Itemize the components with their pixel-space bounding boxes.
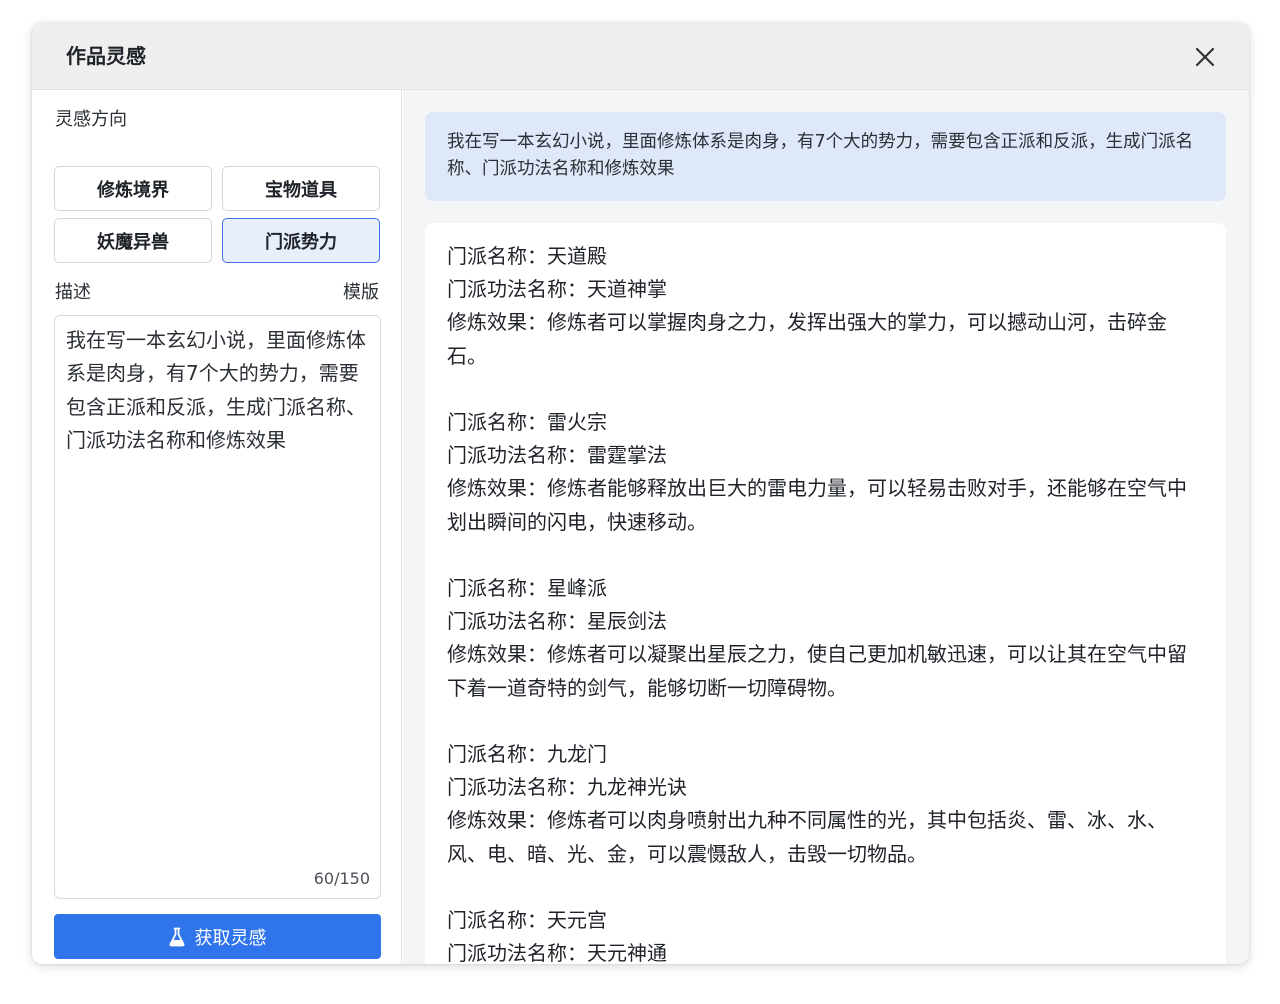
sect-name: 门派名称：雷火宗 [447,410,607,434]
left-panel: 灵感方向 修炼境界 宝物道具 妖魔异兽 门派势力 描述 模版 我在写一本玄幻小说… [32,90,402,964]
prompt-bubble: 我在写一本玄幻小说，里面修炼体系是肉身，有7个大的势力，需要包含正派和反派，生成… [425,112,1226,201]
description-value: 我在写一本玄幻小说，里面修炼体系是肉身，有7个大的势力，需要包含正派和反派，生成… [66,328,366,453]
sect-effect: 修炼效果：修炼者可以掌握肉身之力，发挥出强大的掌力，可以撼动山河，击碎金石。 [447,310,1167,368]
sect-name: 门派名称：天元宫 [447,908,607,932]
dialog-header: 作品灵感 [32,23,1249,90]
category-button-cultivation[interactable]: 修炼境界 [54,166,212,211]
result-item: 门派名称：天元宫 门派功法名称：天元神通 [447,904,1204,964]
close-icon [1195,47,1215,67]
right-panel: 我在写一本玄幻小说，里面修炼体系是肉身，有7个大的势力，需要包含正派和反派，生成… [403,90,1249,964]
sect-skill: 门派功法名称：九龙神光诀 [447,775,687,800]
sect-skill: 门派功法名称：雷霆掌法 [447,443,667,468]
sect-name: 门派名称：星峰派 [447,576,607,600]
sect-skill: 门派功法名称：天道神掌 [447,277,667,302]
result-item: 门派名称：星峰派 门派功法名称：星辰剑法 修炼效果：修炼者可以凝聚出星辰之力，使… [447,572,1204,705]
template-link[interactable]: 模版 [343,281,379,305]
char-count: 60/150 [313,869,370,888]
direction-label: 灵感方向 [55,109,127,130]
inspiration-dialog: 作品灵感 灵感方向 修炼境界 宝物道具 妖魔异兽 门派势力 描述 模版 我在写一… [32,23,1249,964]
get-inspiration-label: 获取灵感 [194,927,267,949]
sect-name: 门派名称：天道殿 [447,244,607,268]
dialog-title: 作品灵感 [66,44,146,68]
result-item: 门派名称：天道殿 门派功法名称：天道神掌 修炼效果：修炼者可以掌握肉身之力，发挥… [447,240,1204,373]
category-button-sect[interactable]: 门派势力 [222,218,380,263]
result-item: 门派名称：雷火宗 门派功法名称：雷霆掌法 修炼效果：修炼者能够释放出巨大的雷电力… [447,406,1204,539]
sect-skill: 门派功法名称：天元神通 [447,941,667,964]
sect-effect: 修炼效果：修炼者可以肉身喷射出九种不同属性的光，其中包括炎、雷、冰、水、风、电、… [447,808,1167,866]
flask-icon [168,927,185,946]
sect-skill: 门派功法名称：星辰剑法 [447,609,667,634]
result-card: 门派名称：天道殿 门派功法名称：天道神掌 修炼效果：修炼者可以掌握肉身之力，发挥… [425,223,1226,964]
sect-effect: 修炼效果：修炼者可以凝聚出星辰之力，使自己更加机敏迅速，可以让其在空气中留下着一… [447,642,1187,700]
category-button-treasure[interactable]: 宝物道具 [222,166,380,211]
result-item: 门派名称：九龙门 门派功法名称：九龙神光诀 修炼效果：修炼者可以肉身喷射出九种不… [447,738,1204,871]
sect-effect: 修炼效果：修炼者能够释放出巨大的雷电力量，可以轻易击败对手，还能够在空气中划出瞬… [447,476,1187,534]
category-button-monster[interactable]: 妖魔异兽 [54,218,212,263]
close-button[interactable] [1191,43,1219,71]
description-textarea[interactable]: 我在写一本玄幻小说，里面修炼体系是肉身，有7个大的势力，需要包含正派和反派，生成… [54,315,381,899]
description-label: 描述 [55,282,91,303]
get-inspiration-button[interactable]: 获取灵感 [54,914,381,959]
sect-name: 门派名称：九龙门 [447,742,607,766]
